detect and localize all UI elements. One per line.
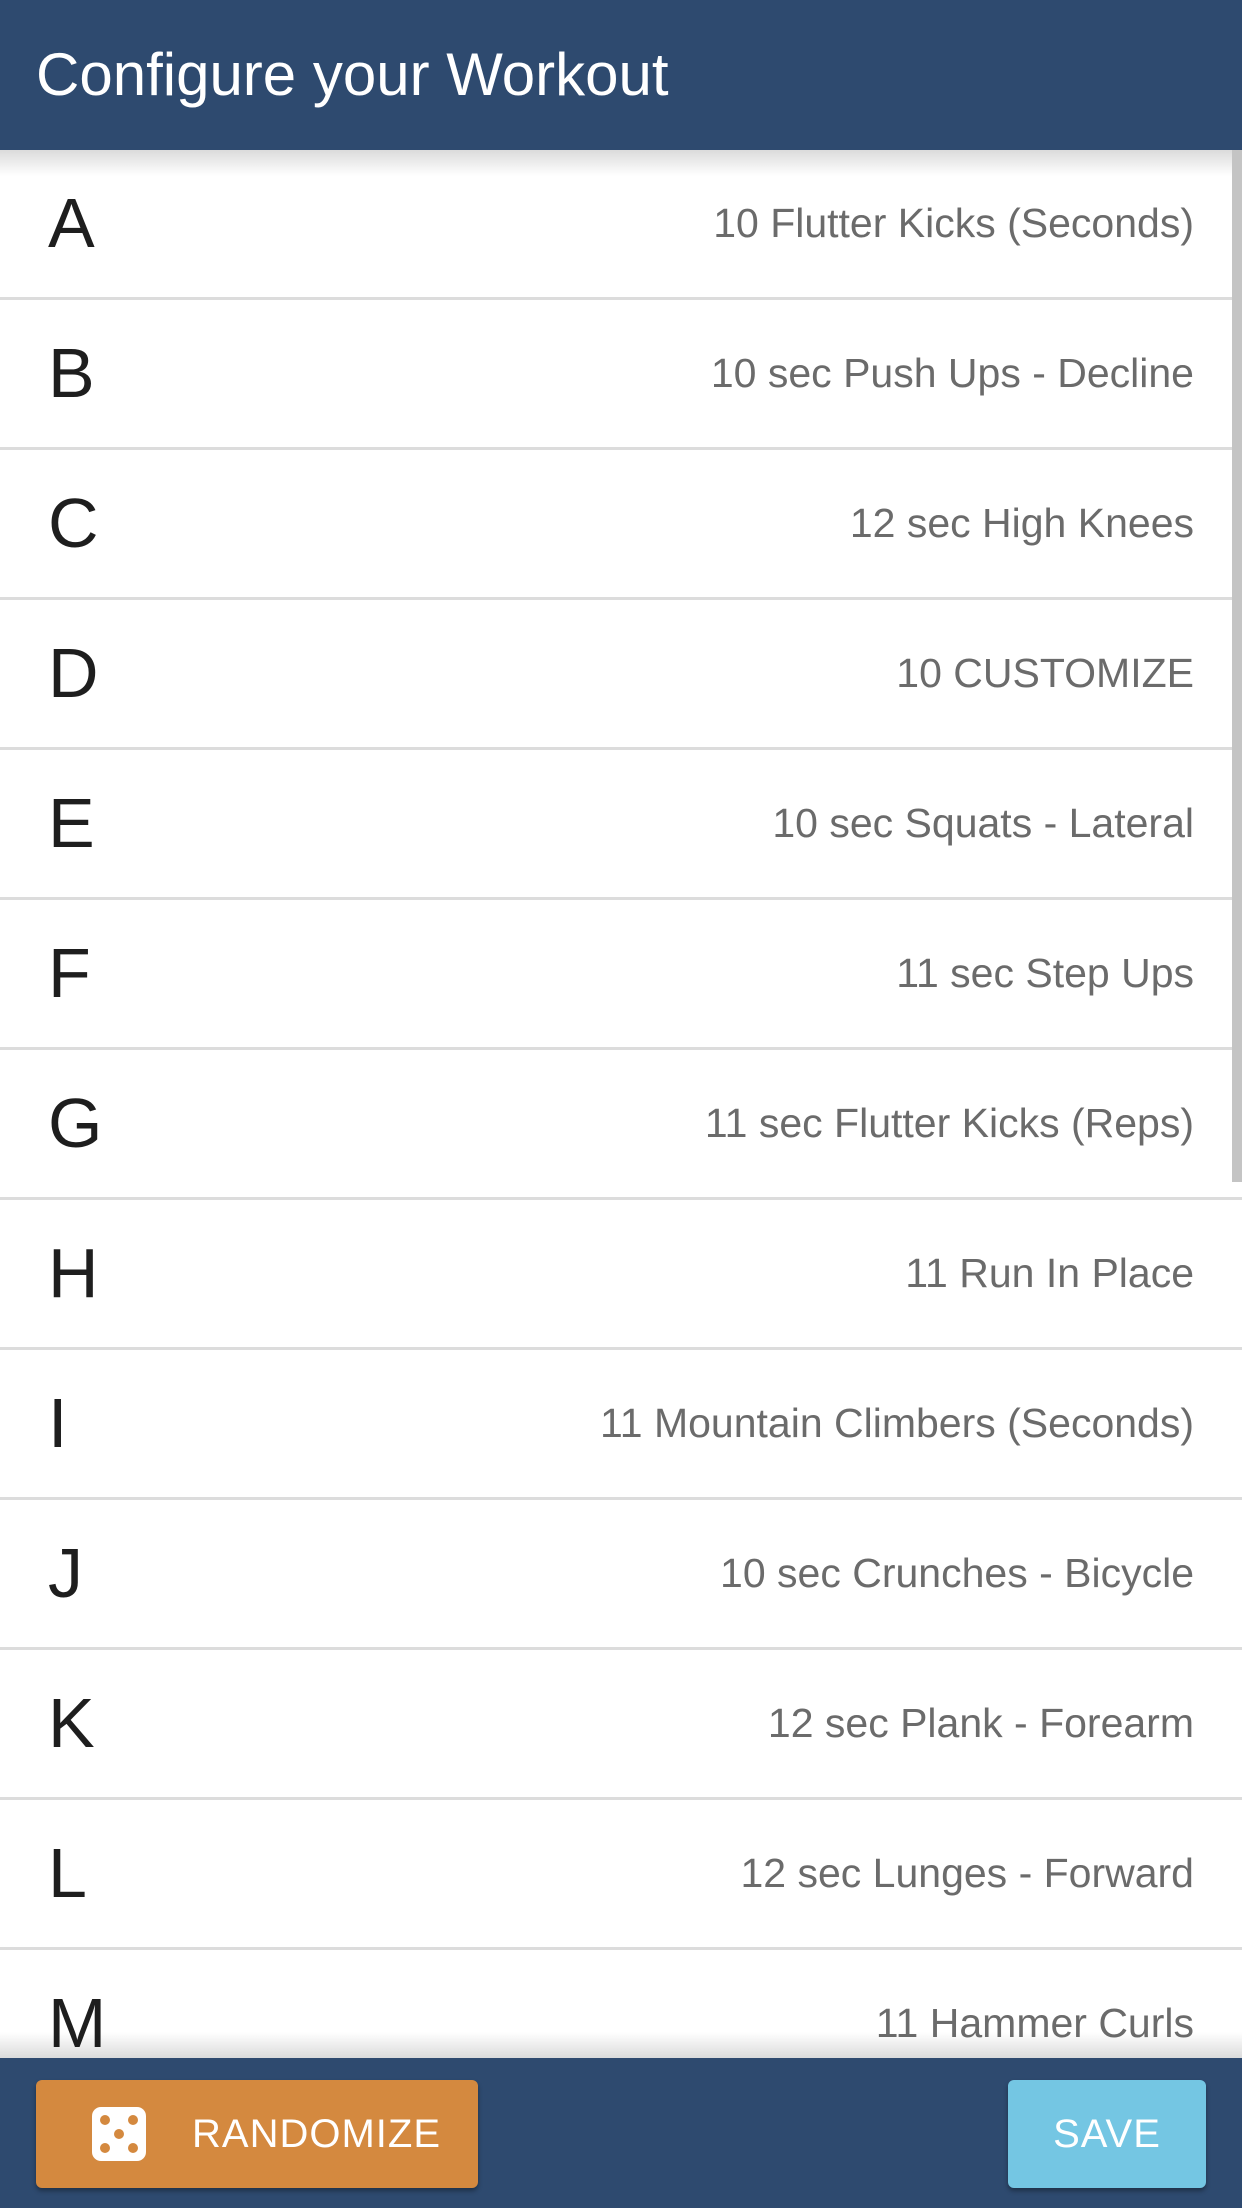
row-letter: B [48,334,95,412]
workout-row-g[interactable]: G 11 sec Flutter Kicks (Reps) [0,1050,1242,1200]
workout-row-i[interactable]: I 11 Mountain Climbers (Seconds) [0,1350,1242,1500]
bottom-bar: RANDOMIZE SAVE [0,2058,1242,2208]
randomize-button[interactable]: RANDOMIZE [36,2080,478,2188]
row-letter: H [48,1234,99,1312]
row-exercise: 10 sec Crunches - Bicycle [720,1550,1194,1596]
row-letter: E [48,784,95,862]
row-letter: D [48,634,99,712]
bottom-bar-shadow [0,2032,1242,2058]
row-exercise: 11 Mountain Climbers (Seconds) [600,1400,1194,1446]
dice-icon [92,2107,146,2161]
page-title: Configure your Workout [36,41,669,108]
workout-config-screen: Configure your Workout A 10 Flutter Kick… [0,0,1242,2208]
workout-row-h[interactable]: H 11 Run In Place [0,1200,1242,1350]
row-exercise: 12 sec Lunges - Forward [740,1850,1194,1896]
row-letter: C [48,484,99,562]
row-exercise: 10 CUSTOMIZE [896,650,1194,696]
row-letter: K [48,1684,95,1762]
workout-list[interactable]: A 10 Flutter Kicks (Seconds) B 10 sec Pu… [0,150,1242,2058]
workout-row-k[interactable]: K 12 sec Plank - Forearm [0,1650,1242,1800]
workout-row-b[interactable]: B 10 sec Push Ups - Decline [0,300,1242,450]
list-scrollbar[interactable] [1232,150,1242,1182]
workout-row-l[interactable]: L 12 sec Lunges - Forward [0,1800,1242,1950]
app-bar: Configure your Workout [0,0,1242,150]
row-exercise: 11 sec Flutter Kicks (Reps) [704,1100,1194,1146]
workout-row-d[interactable]: D 10 CUSTOMIZE [0,600,1242,750]
app-bar-shadow [0,150,1242,176]
workout-row-e[interactable]: E 10 sec Squats - Lateral [0,750,1242,900]
workout-row-c[interactable]: C 12 sec High Knees [0,450,1242,600]
row-letter: L [48,1834,87,1912]
row-letter: I [48,1384,68,1462]
row-exercise: 11 Run In Place [905,1250,1194,1296]
randomize-label: RANDOMIZE [192,2112,441,2156]
row-exercise: 11 sec Step Ups [896,950,1194,996]
save-label: SAVE [1053,2112,1161,2156]
row-exercise: 12 sec Plank - Forearm [767,1700,1194,1746]
row-letter: F [48,934,91,1012]
row-exercise: 10 sec Push Ups - Decline [710,350,1194,396]
workout-row-j[interactable]: J 10 sec Crunches - Bicycle [0,1500,1242,1650]
save-button[interactable]: SAVE [1008,2080,1206,2188]
workout-row-f[interactable]: F 11 sec Step Ups [0,900,1242,1050]
row-exercise: 12 sec High Knees [849,500,1194,546]
row-letter: J [48,1534,83,1612]
row-letter: G [48,1084,103,1162]
row-exercise: 10 sec Squats - Lateral [772,800,1194,846]
